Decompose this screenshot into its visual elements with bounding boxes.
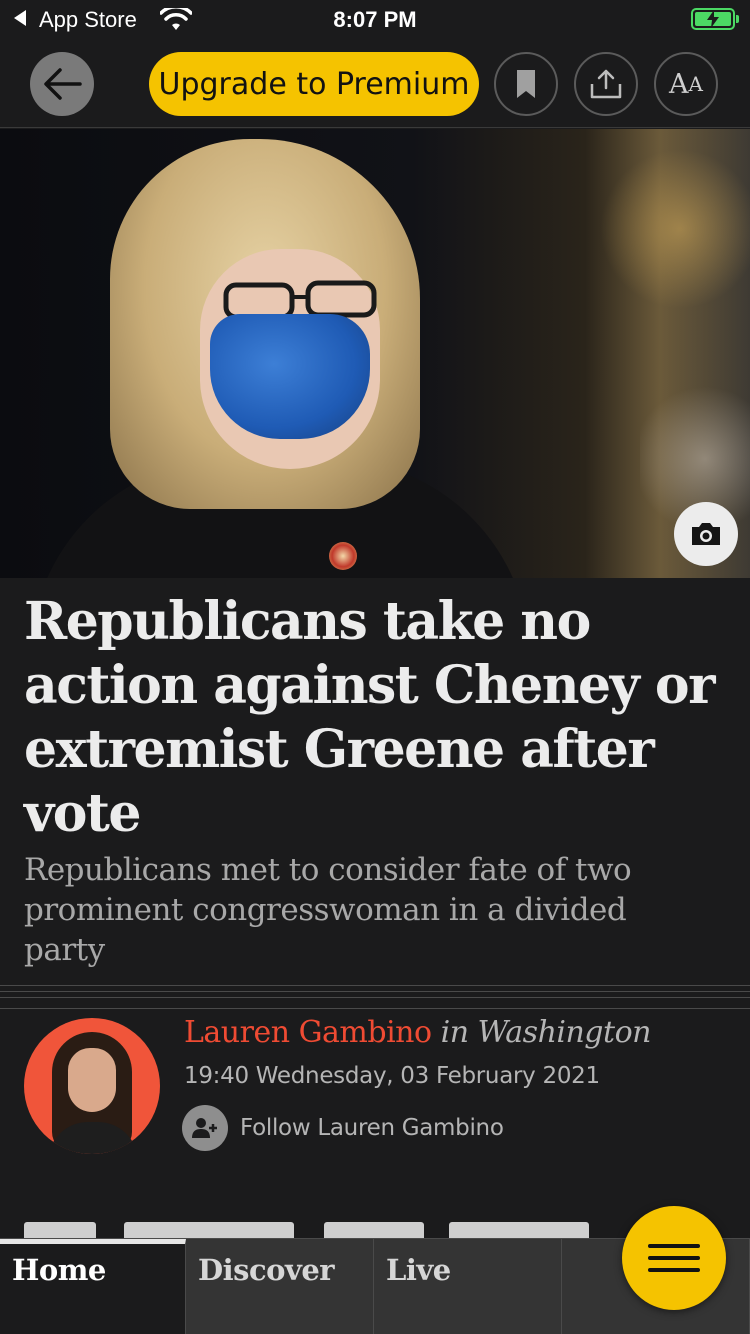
status-time: 8:07 PM — [333, 7, 417, 32]
hamburger-menu-button[interactable] — [622, 1206, 726, 1310]
text-size-large-glyph: A — [669, 68, 689, 100]
status-bar: App Store 8:07 PM — [0, 0, 750, 42]
add-person-icon — [182, 1105, 228, 1151]
article-standfirst: Republicans met to consider fate of two … — [24, 852, 632, 968]
bookmark-icon — [517, 70, 535, 98]
upgrade-premium-button[interactable]: Upgrade to Premium — [149, 52, 479, 116]
share-icon — [590, 69, 622, 99]
follow-author-button[interactable]: Follow Lauren Gambino — [182, 1105, 504, 1151]
byline: Lauren Gambino in Washington — [184, 1015, 651, 1050]
arrow-left-icon — [44, 68, 82, 100]
tab-home[interactable]: Home — [0, 1239, 186, 1334]
photo-caption-button[interactable] — [674, 502, 738, 566]
author-location: in Washington — [440, 1015, 652, 1050]
back-button[interactable] — [30, 52, 94, 116]
follow-author-label: Follow Lauren Gambino — [240, 1115, 504, 1141]
author-avatar[interactable] — [24, 1018, 160, 1154]
article-body-peek — [24, 1222, 624, 1238]
hamburger-menu-icon — [648, 1244, 700, 1248]
glasses-shape — [223, 280, 377, 319]
article-dateline: 19:40 Wednesday, 03 February 2021 — [184, 1063, 600, 1089]
text-size-button[interactable]: AA — [654, 52, 718, 116]
camera-icon — [692, 523, 720, 545]
battery-charging-icon — [691, 8, 739, 30]
author-name-link[interactable]: Lauren Gambino — [184, 1015, 432, 1050]
text-size-small-glyph: A — [688, 72, 703, 96]
article-toolbar: Upgrade to Premium AA — [0, 42, 750, 128]
tab-discover[interactable]: Discover — [186, 1239, 374, 1334]
article-headline: Republicans take no action against Chene… — [24, 591, 716, 844]
tab-live[interactable]: Live — [374, 1239, 562, 1334]
article-hero-image[interactable] — [0, 129, 750, 578]
section-divider — [0, 985, 750, 1014]
share-button[interactable] — [574, 52, 638, 116]
bookmark-button[interactable] — [494, 52, 558, 116]
